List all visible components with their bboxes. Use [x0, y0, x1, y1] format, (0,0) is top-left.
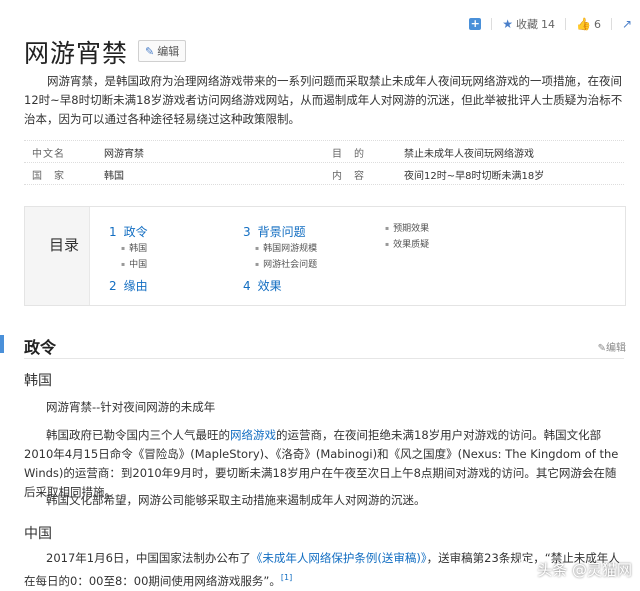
like-count: 6 [593, 17, 601, 31]
toc-item-2[interactable]: 2 缘由 [109, 277, 148, 294]
divider [610, 18, 612, 30]
infobox-value: 禁止未成年人夜间玩网络游戏 [404, 149, 534, 160]
korea-paragraph-3: 韩国文化部希望，网游公司能够采取主动措施来遏制成年人对网游的沉迷。 [46, 493, 426, 507]
korea-paragraph-1: 网游宵禁--针对夜间网游的未成年 [46, 400, 216, 414]
share-button[interactable]: ↗ [622, 17, 632, 31]
toc-sub-china[interactable]: 中国 [121, 257, 147, 270]
section-edit-button[interactable]: ✎编辑 [598, 339, 626, 354]
link-online-games[interactable]: 网络游戏 [230, 428, 276, 442]
divider [564, 18, 566, 30]
toc-item-3[interactable]: 3 背景问题 [243, 223, 306, 240]
thumbs-up-icon: 👍 [575, 17, 591, 31]
section-divider [24, 358, 624, 359]
toc-sub-korea[interactable]: 韩国 [121, 241, 147, 254]
share-icon: ↗ [621, 17, 632, 31]
infobox-value: 韩国 [104, 171, 124, 182]
reference-link[interactable]: [1] [281, 573, 292, 582]
subsection-title-china: 中国 [24, 526, 52, 542]
infobox-key: 中文名 [32, 149, 65, 160]
toc-sidebar: 目录 [25, 207, 90, 305]
top-toolbar: + ★ 收藏 14 👍 6 ↗ [469, 16, 632, 32]
infobox-value: 夜间12时~早8时切断未满18岁 [404, 171, 545, 182]
infobox-row: 中文名 网游宵禁 目 的 禁止未成年人夜间玩网络游戏 [24, 140, 624, 162]
toc-sub-expected-effect[interactable]: 预期效果 [385, 221, 429, 234]
infobox-value: 网游宵禁 [104, 149, 144, 160]
toc-label: 目录 [49, 236, 80, 254]
infobox-key: 国 家 [32, 171, 65, 182]
toc-sub-social-problems[interactable]: 网游社会问题 [255, 257, 317, 270]
toc-item-4[interactable]: 4 效果 [243, 277, 282, 294]
edit-button[interactable]: ✎ 编辑 [138, 40, 187, 62]
table-of-contents: 目录 1政令 韩国 中国 2缘由 3背景问题 韩国网游规模 网游社会问题 4效果… [24, 206, 626, 306]
infobox-row: 国 家 韩国 内 容 夜间12时~早8时切断未满18岁 [24, 162, 624, 185]
section-marker [0, 335, 4, 353]
collect-label: 收藏 [515, 18, 538, 31]
divider [491, 18, 493, 30]
collect-count: 14 [540, 17, 555, 31]
pencil-icon: ✎ [597, 343, 606, 354]
subsection-title-korea: 韩国 [24, 373, 52, 389]
collect-button[interactable]: ★ 收藏 14 [502, 16, 555, 32]
toc-item-1[interactable]: 1 政令 [109, 223, 148, 240]
summary-paragraph: 网游宵禁，是韩国政府为治理网络游戏带来的一系列问题而采取禁止未成年人夜间玩网络游… [24, 74, 623, 126]
section-title: 政令 [24, 338, 57, 357]
like-button[interactable]: 👍 6 [576, 17, 601, 31]
page-title: 网游宵禁 [24, 39, 129, 68]
link-regulation[interactable]: 《未成年人网络保护条例(送审稿)》 [251, 551, 427, 565]
edit-label: 编辑 [157, 45, 180, 58]
pencil-icon: ✎ [145, 45, 155, 58]
add-icon[interactable]: + [469, 18, 482, 30]
toc-sub-effect-doubt[interactable]: 效果质疑 [385, 237, 429, 250]
infobox-key: 内 容 [332, 171, 365, 182]
logo-icon [515, 560, 534, 579]
infobox: 中文名 网游宵禁 目 的 禁止未成年人夜间玩网络游戏 国 家 韩国 内 容 夜间… [24, 140, 624, 185]
infobox-key: 目 的 [332, 149, 365, 160]
watermark: 头条 @灵猫网 [515, 559, 632, 580]
star-icon: ★ [502, 17, 513, 31]
toc-sub-korea-scale[interactable]: 韩国网游规模 [255, 241, 317, 254]
